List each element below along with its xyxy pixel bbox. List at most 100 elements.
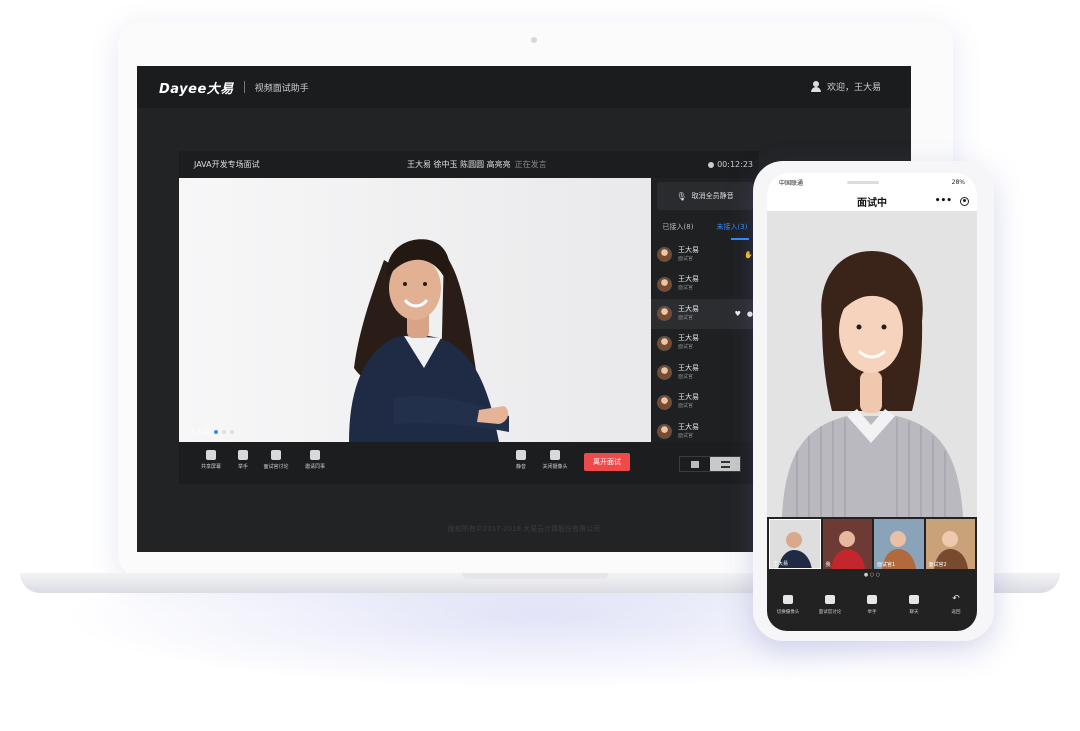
avatar xyxy=(657,276,672,292)
grid-layout-icon[interactable] xyxy=(680,457,710,471)
leave-interview-button[interactable]: 离开面试 xyxy=(584,453,630,471)
discussion-label: 面试官讨论 xyxy=(263,464,289,470)
thumbnail[interactable]: 王大易 xyxy=(769,519,821,569)
hand-icon xyxy=(867,595,877,604)
avatar xyxy=(657,247,672,263)
phone-header: 面试中 ••• xyxy=(767,191,977,211)
timer-text: 00:12:23 xyxy=(717,160,753,169)
participant-sidebar: 🎙 取消全员静音 已接入(8) 未接入(3) 王大易 面试官 ✋ 王大易 面试官 王… xyxy=(651,178,759,442)
avatar xyxy=(657,306,672,322)
avatar xyxy=(657,365,672,381)
header-divider xyxy=(243,81,245,93)
phone-controls: 切换摄像头 面试官讨论 举手 聊天 ↶ 返回 xyxy=(767,579,977,631)
app-title: 视频面试助手 xyxy=(254,83,309,94)
back-icon: ↶ xyxy=(952,594,960,604)
phone-raise-hand-button[interactable]: 举手 xyxy=(854,595,890,615)
add-user-icon xyxy=(310,450,320,460)
speaking-label: 正在发言 xyxy=(514,160,547,169)
phone-page-dots[interactable]: ● ○ ○ xyxy=(767,571,977,579)
participant-name: 王大易 xyxy=(678,275,699,284)
phone-video-figure xyxy=(767,211,977,517)
phone-discussion-label: 面试官讨论 xyxy=(818,610,842,615)
video-label-name: 王大易 xyxy=(189,428,210,436)
user-icon xyxy=(810,81,821,92)
invite-button[interactable]: 邀请同事 xyxy=(297,450,333,470)
carrier: 中国联通 xyxy=(779,179,804,187)
phone-speaker xyxy=(847,181,879,184)
phone-main-video[interactable] xyxy=(767,211,977,517)
phone-title: 面试中 xyxy=(857,197,887,209)
mute-button[interactable]: 静音 xyxy=(503,450,539,470)
participant-row[interactable]: 王大易 面试官 ♥ ● xyxy=(651,299,759,329)
phone-discussion-button[interactable]: 面试官讨论 xyxy=(812,595,848,615)
chat-button[interactable]: 聊天 xyxy=(896,595,932,615)
participant-row[interactable]: 王大易 面试官 xyxy=(651,329,759,359)
app-header: Dayee大易 视频面试助手 欢迎，王大易 xyxy=(137,66,911,108)
raise-hand-button[interactable]: 举手 xyxy=(225,450,261,470)
participant-name: 王大易 xyxy=(678,393,699,402)
camera-off-button[interactable]: 关闭摄像头 xyxy=(537,450,573,470)
monitor-icon xyxy=(206,450,216,460)
thumbnail[interactable]: 我 xyxy=(822,519,872,569)
page-dot[interactable] xyxy=(222,430,226,434)
discussion-button[interactable]: 面试官讨论 xyxy=(258,450,294,470)
participant-row[interactable]: 王大易 面试官 xyxy=(651,388,759,418)
hand-icon[interactable]: ✋ xyxy=(744,251,753,259)
hand-icon xyxy=(238,450,248,460)
list-layout-icon[interactable] xyxy=(710,457,740,471)
participant-row[interactable]: 王大易 面试官 xyxy=(651,358,759,388)
record-icon[interactable] xyxy=(960,196,969,206)
back-label: 返回 xyxy=(951,610,961,615)
participant-row[interactable]: 王大易 面试官 ✋ xyxy=(651,240,759,270)
chat-icon xyxy=(271,450,281,460)
microphone-icon: 🎙 xyxy=(676,191,687,201)
mute-label: 静音 xyxy=(515,464,526,470)
welcome-text: 欢迎，王大易 xyxy=(826,83,881,93)
participant-role: 面试官 xyxy=(678,403,694,410)
mute-all-label: 取消全员静音 xyxy=(691,192,734,200)
tab-not-joined[interactable]: 未接入(3) xyxy=(705,222,759,232)
laptop-camera xyxy=(531,37,537,43)
participant-row[interactable]: 王大易 面试官 xyxy=(651,417,759,442)
brand-logo[interactable]: Dayee大易 xyxy=(159,78,234,97)
heart-icon[interactable]: ♥ xyxy=(735,310,741,318)
thumbnail[interactable]: 面试官1 xyxy=(874,519,924,569)
meeting-timer: 00:12:23 xyxy=(708,160,753,169)
camera-icon xyxy=(550,450,560,460)
main-video[interactable]: 王大易 xyxy=(179,178,651,442)
participant-role: 面试官 xyxy=(678,255,694,262)
page-dot-active[interactable] xyxy=(214,430,218,434)
battery: 28% xyxy=(951,178,965,186)
mute-all-button[interactable]: 🎙 取消全员静音 xyxy=(657,182,753,210)
participant-name: 王大易 xyxy=(678,363,699,372)
microphone-icon xyxy=(516,450,526,460)
participant-name: 王大易 xyxy=(678,334,699,343)
tab-joined[interactable]: 已接入(8) xyxy=(651,222,705,232)
share-screen-button[interactable]: 共享屏幕 xyxy=(193,450,229,470)
layout-toggle[interactable] xyxy=(679,456,741,472)
more-icon[interactable]: ••• xyxy=(935,196,952,206)
participant-name: 王大易 xyxy=(678,422,699,431)
raise-hand-label: 举手 xyxy=(237,464,248,470)
switch-camera-button[interactable]: 切换摄像头 xyxy=(770,595,806,615)
back-button[interactable]: ↶ 返回 xyxy=(938,594,974,616)
meeting-topbar: JAVA开发专场面试 王大易 徐中玉 陈圆圆 高亮亮 正在发言 00:12:23 xyxy=(179,151,759,178)
phone-raise-hand-label: 举手 xyxy=(867,610,877,615)
phone-screen: 中国联通 28% 面试中 ••• 王大易 我 面试官1 面试官2 ● ○ ○ 切… xyxy=(767,173,977,631)
meeting-participants: 王大易 徐中玉 陈圆圆 高亮亮 正在发言 xyxy=(407,159,547,170)
video-label: 王大易 xyxy=(189,427,234,437)
page-dot[interactable] xyxy=(230,430,234,434)
participant-row[interactable]: 王大易 面试官 xyxy=(651,270,759,300)
participant-role: 面试官 xyxy=(678,285,694,292)
chat-icon xyxy=(825,595,835,604)
participants-line: 王大易 徐中玉 陈圆圆 高亮亮 xyxy=(407,160,511,169)
user-menu[interactable]: 欢迎，王大易 xyxy=(810,80,881,93)
participant-role: 面试官 xyxy=(678,373,694,380)
thumbnail-label: 面试官1 xyxy=(877,562,896,568)
thumbnail[interactable]: 面试官2 xyxy=(925,519,975,569)
clock-icon xyxy=(708,161,715,168)
meeting-controls: 共享屏幕 举手 面试官讨论 邀请同事 静音 关闭摄像头 离开面试 xyxy=(179,442,759,484)
thumbnail-label: 面试官2 xyxy=(928,562,947,568)
share-screen-label: 共享屏幕 xyxy=(200,464,221,470)
participant-name: 王大易 xyxy=(678,245,699,254)
